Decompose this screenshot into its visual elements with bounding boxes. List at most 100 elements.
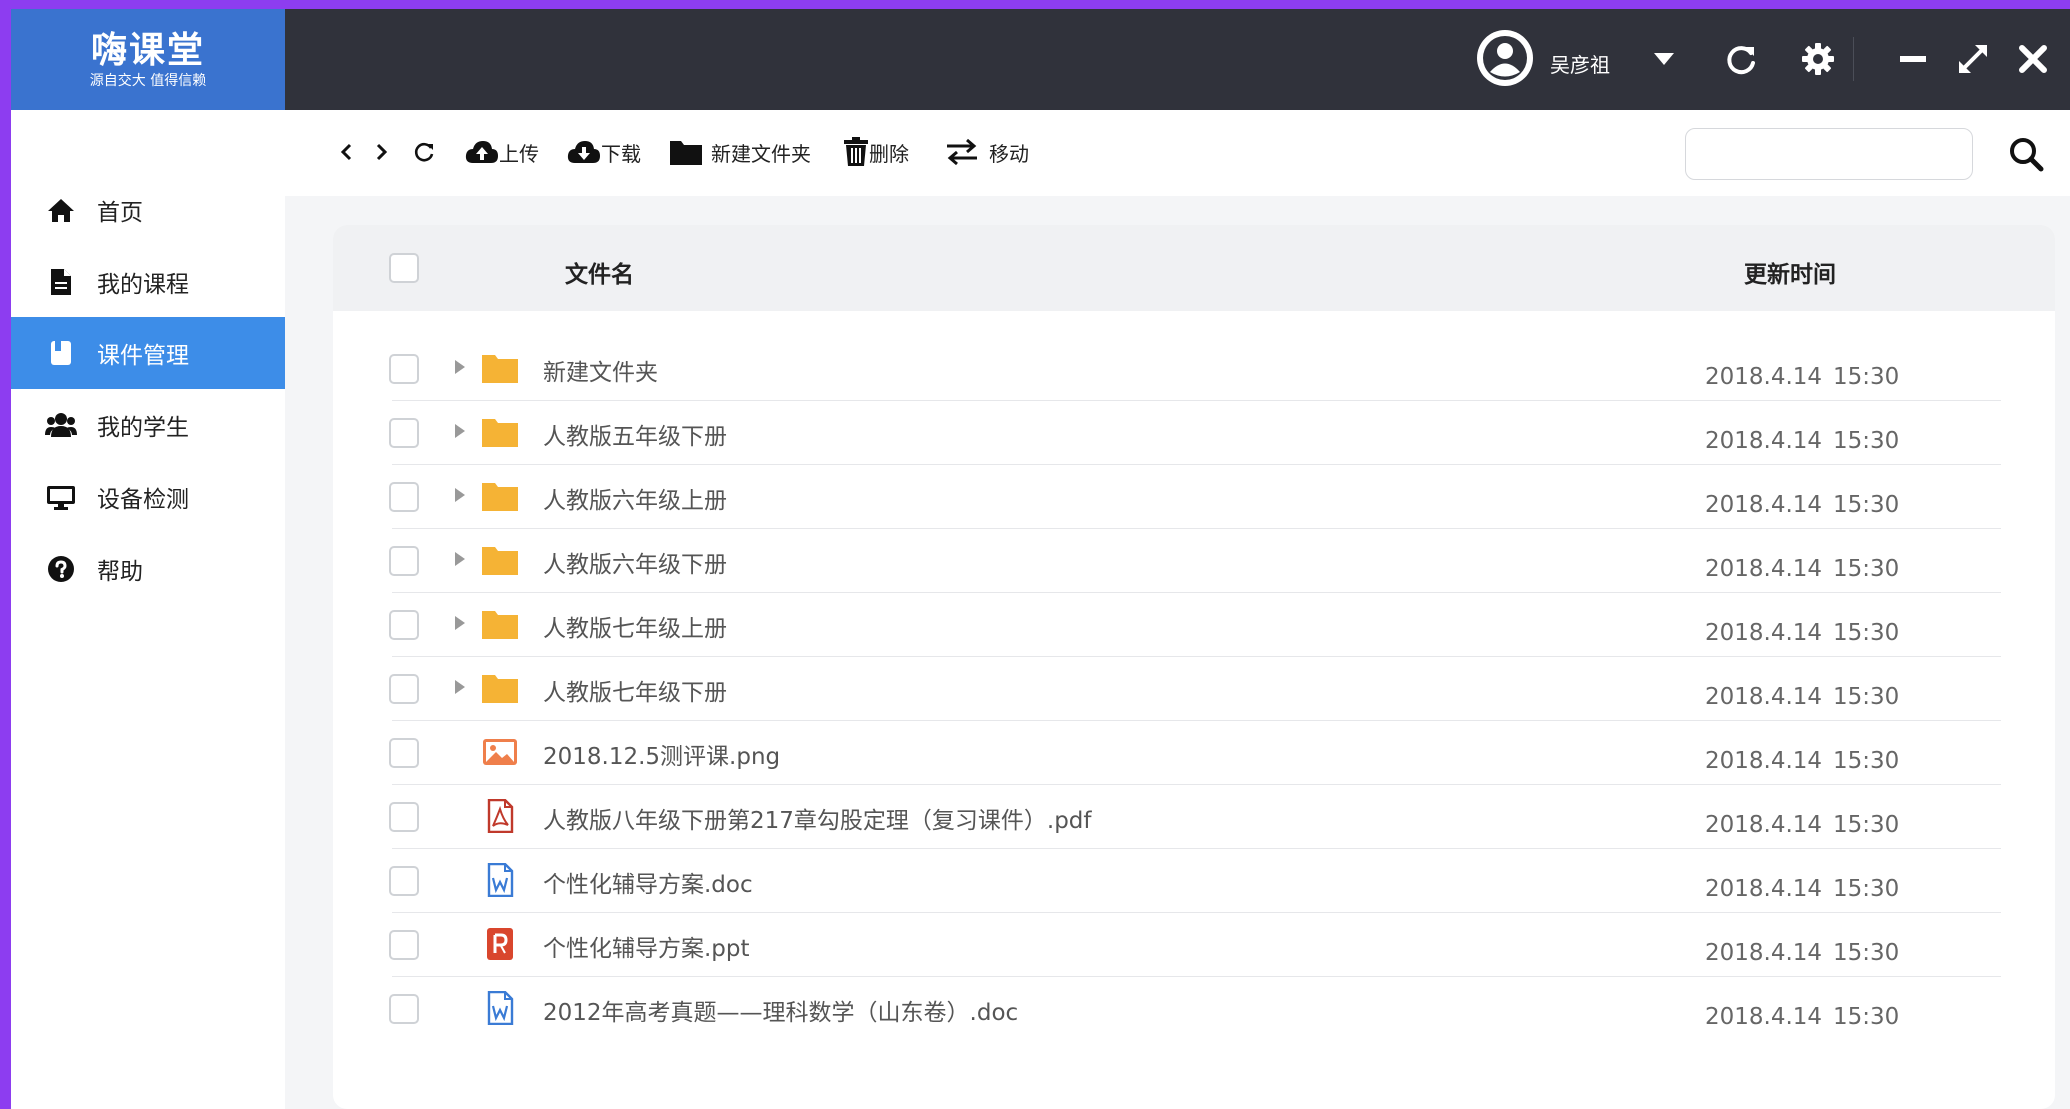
app-slogan: 源自交大 值得信赖 <box>89 73 207 89</box>
file-date: 2018.4.14 <box>1705 1004 1823 1030</box>
new-folder-label: 新建文件夹 <box>711 141 811 166</box>
file-name: 2018.12.5测评课.png <box>543 744 781 770</box>
row-checkbox[interactable] <box>389 610 419 640</box>
pdf-file-icon <box>487 799 514 833</box>
row-checkbox[interactable] <box>389 802 419 832</box>
sidebar-item-students[interactable]: 我的学生 <box>11 389 285 461</box>
expand-arrow-icon[interactable] <box>451 613 469 633</box>
table-row[interactable]: 个性化辅导方案.ppt 2018.4.14 15:30 <box>333 913 2055 977</box>
expand-arrow-icon[interactable] <box>451 485 469 505</box>
powerpoint-file-icon <box>487 928 513 960</box>
file-time: 15:30 <box>1833 1004 1900 1030</box>
table-row[interactable]: 2018.12.5测评课.png 2018.4.14 15:30 <box>333 721 2055 785</box>
table-row[interactable]: 人教版六年级上册 2018.4.14 15:30 <box>333 465 2055 529</box>
folder-icon <box>670 141 702 165</box>
expand-arrow-icon[interactable] <box>451 421 469 441</box>
select-all-checkbox[interactable] <box>389 253 419 283</box>
file-toolbar: 上传 下载 新建文件夹 删除 移动 <box>285 110 2070 196</box>
folder-icon <box>482 483 518 511</box>
word-file-icon <box>487 863 514 897</box>
back-button[interactable] <box>337 134 357 170</box>
expand-icon[interactable] <box>1953 39 1993 79</box>
search-icon[interactable] <box>2008 136 2044 172</box>
table-row[interactable]: 新建文件夹 2018.4.14 15:30 <box>333 337 2055 401</box>
monitor-icon <box>45 481 77 513</box>
cloud-download-icon <box>567 141 600 163</box>
expand-arrow-icon[interactable] <box>451 677 469 697</box>
row-checkbox[interactable] <box>389 418 419 448</box>
expand-arrow-icon[interactable] <box>451 357 469 377</box>
folder-icon <box>482 547 518 575</box>
table-row[interactable]: 人教版五年级下册 2018.4.14 15:30 <box>333 401 2055 465</box>
word-file-icon <box>487 991 514 1025</box>
refresh-icon[interactable] <box>1721 39 1761 79</box>
expand-arrow-icon[interactable] <box>451 549 469 569</box>
user-avatar-icon[interactable] <box>1476 29 1534 87</box>
minimize-icon[interactable] <box>1893 39 1933 79</box>
row-checkbox[interactable] <box>389 674 419 704</box>
caret-down-icon[interactable] <box>1644 39 1684 79</box>
file-time: 15:30 <box>1833 812 1900 838</box>
row-checkbox[interactable] <box>389 546 419 576</box>
table-header: 文件名 更新时间 <box>333 225 2055 311</box>
file-date: 2018.4.14 <box>1705 620 1823 646</box>
row-checkbox[interactable] <box>389 994 419 1024</box>
table-row[interactable]: 2012年高考真题——理科数学（山东卷）.doc 2018.4.14 15:30 <box>333 977 2055 1041</box>
app-logo[interactable]: 嗨课堂 源自交大 值得信赖 <box>11 9 285 110</box>
sidebar-item-home[interactable]: 首页 <box>11 174 285 246</box>
move-button[interactable]: 移动 <box>945 134 1029 170</box>
sidebar-item-help[interactable]: 帮助 <box>11 533 285 605</box>
users-icon <box>45 409 77 441</box>
table-row[interactable]: 人教版七年级下册 2018.4.14 15:30 <box>333 657 2055 721</box>
upload-button[interactable]: 上传 <box>465 134 539 170</box>
row-checkbox[interactable] <box>389 738 419 768</box>
file-table: 文件名 更新时间 新建文件夹 2018.4.14 15:30 人教版五年级下册 … <box>333 225 2055 1109</box>
file-time: 15:30 <box>1833 428 1900 454</box>
table-row[interactable]: 人教版八年级下册第217章勾股定理（复习课件）.pdf 2018.4.14 15… <box>333 785 2055 849</box>
sidebar-item-label: 帮助 <box>97 559 143 585</box>
swap-arrows-icon <box>947 138 977 166</box>
forward-button[interactable] <box>371 134 391 170</box>
file-time: 15:30 <box>1833 940 1900 966</box>
file-date: 2018.4.14 <box>1705 940 1823 966</box>
table-row[interactable]: 个性化辅导方案.doc 2018.4.14 15:30 <box>333 849 2055 913</box>
row-checkbox[interactable] <box>389 354 419 384</box>
sidebar-item-label: 课件管理 <box>97 343 189 369</box>
file-date: 2018.4.14 <box>1705 428 1823 454</box>
row-checkbox[interactable] <box>389 930 419 960</box>
search-input[interactable] <box>1685 128 1973 180</box>
trash-icon <box>844 137 868 166</box>
chevron-left-icon <box>340 143 352 161</box>
file-name: 人教版六年级上册 <box>543 488 727 514</box>
file-name: 人教版八年级下册第217章勾股定理（复习课件）.pdf <box>543 808 1092 834</box>
topbar-divider <box>1853 37 1854 81</box>
table-row[interactable]: 人教版七年级上册 2018.4.14 15:30 <box>333 593 2055 657</box>
refresh-icon <box>414 142 434 162</box>
gear-icon[interactable] <box>1798 39 1838 79</box>
user-name[interactable]: 吴彦祖 <box>1550 49 1610 78</box>
download-button[interactable]: 下载 <box>567 134 641 170</box>
sidebar-item-device-check[interactable]: 设备检测 <box>11 461 285 533</box>
sidebar-item-label: 设备检测 <box>97 487 189 513</box>
folder-icon <box>482 675 518 703</box>
sidebar-item-courseware[interactable]: 课件管理 <box>11 317 285 389</box>
close-icon[interactable] <box>2013 39 2053 79</box>
file-date: 2018.4.14 <box>1705 364 1823 390</box>
file-name: 人教版七年级上册 <box>543 616 727 642</box>
delete-button[interactable]: 删除 <box>843 134 909 170</box>
reload-button[interactable] <box>413 134 437 170</box>
file-name: 新建文件夹 <box>543 360 658 386</box>
new-folder-button[interactable]: 新建文件夹 <box>669 134 811 170</box>
file-name: 个性化辅导方案.doc <box>543 872 753 898</box>
sidebar-item-courses[interactable]: 我的课程 <box>11 246 285 318</box>
sidebar-item-label: 首页 <box>97 200 143 226</box>
file-time: 15:30 <box>1833 556 1900 582</box>
sidebar-item-label: 我的课程 <box>97 272 189 298</box>
folder-icon <box>482 419 518 447</box>
table-row[interactable]: 人教版六年级下册 2018.4.14 15:30 <box>333 529 2055 593</box>
book-icon <box>45 337 77 369</box>
row-checkbox[interactable] <box>389 866 419 896</box>
move-label: 移动 <box>989 141 1029 166</box>
app-name: 嗨课堂 <box>90 30 205 71</box>
row-checkbox[interactable] <box>389 482 419 512</box>
